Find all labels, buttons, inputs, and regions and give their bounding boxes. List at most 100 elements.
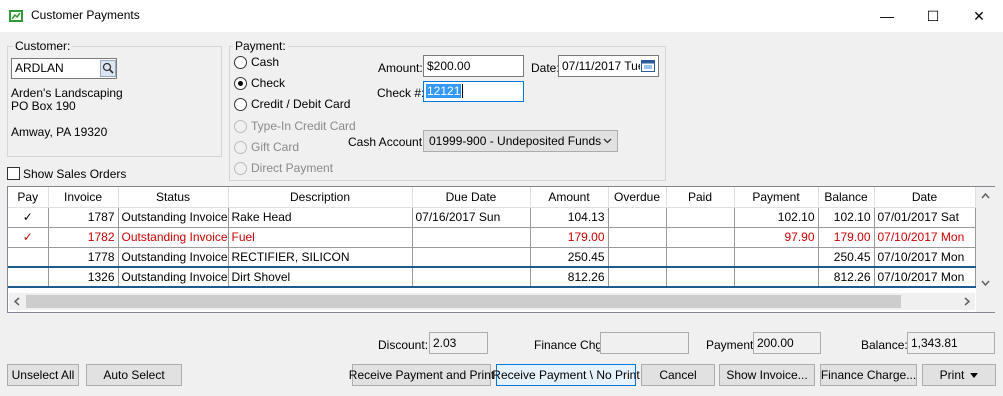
customer-address: PO Box 190	[11, 99, 76, 113]
customer-lookup-button[interactable]	[100, 60, 116, 77]
cash-account-select[interactable]: 01999-900 - Undeposited Funds	[423, 130, 618, 152]
radio-gift-card-circle	[234, 140, 247, 154]
customer-name: Arden's Landscaping	[11, 86, 123, 100]
col-header-overdue[interactable]: Overdue	[608, 187, 667, 208]
cell-payment[interactable]: 97.90	[734, 227, 819, 248]
cell-invoice: 1326	[48, 266, 119, 288]
cell-status: Outstanding Invoice	[118, 266, 229, 288]
unselect-all-button[interactable]: Unselect All	[7, 364, 79, 386]
discount-label: Discount:	[378, 338, 429, 352]
radio-type-in-card: Type-In Credit Card	[234, 119, 356, 133]
payment-group-label: Payment:	[233, 39, 288, 53]
radio-credit-debit[interactable]: Credit / Debit Card	[234, 97, 350, 111]
cell-payment[interactable]: 102.10	[734, 207, 819, 228]
cell-description: RECTIFIER, SILICON	[228, 247, 413, 268]
cell-invoice: 1778	[48, 247, 119, 268]
col-header-paid[interactable]: Paid	[666, 187, 735, 208]
show-invoice-button[interactable]: Show Invoice...	[719, 364, 815, 386]
table-row[interactable]: ✓ 1787 Outstanding Invoice Rake Head 07/…	[8, 207, 976, 228]
cell-payment[interactable]	[734, 247, 819, 268]
print-button-label: Print	[939, 368, 965, 382]
radio-cash-circle[interactable]	[234, 55, 247, 69]
app-icon	[9, 10, 23, 22]
cell-overdue	[608, 207, 667, 228]
cash-account-label: Cash Account:	[348, 135, 426, 149]
cell-balance: 102.10	[818, 207, 875, 228]
col-header-description[interactable]: Description	[228, 187, 413, 208]
title-bar: Customer Payments — ☐ ✕	[0, 0, 1003, 32]
auto-select-button[interactable]: Auto Select	[86, 364, 182, 386]
cell-date: 07/10/2017 Mon	[874, 266, 976, 288]
radio-cash-label: Cash	[251, 55, 280, 69]
chevron-down-icon	[603, 138, 612, 144]
amount-label: Amount:	[378, 61, 423, 75]
finance-charge-button[interactable]: Finance Charge...	[820, 364, 917, 386]
radio-cash[interactable]: Cash	[234, 55, 279, 69]
scroll-left-icon[interactable]	[13, 297, 21, 306]
horizontal-scrollbar[interactable]	[9, 293, 975, 310]
check-number-input[interactable]: 12121	[423, 81, 524, 102]
col-header-status[interactable]: Status	[118, 187, 229, 208]
finance-charge-label: Finance Chg:	[534, 338, 606, 352]
receive-payment-no-print-button[interactable]: Receive Payment \ No Print	[492, 364, 640, 386]
check-number-label: Check #:	[377, 86, 425, 100]
col-header-pay[interactable]: Pay	[8, 187, 49, 208]
radio-type-in-card-label: Type-In Credit Card	[251, 119, 356, 133]
cell-payment[interactable]	[734, 266, 819, 288]
window-title: Customer Payments	[31, 8, 140, 22]
cell-due-date	[412, 266, 531, 288]
pay-checkmark-icon[interactable]: ✓	[8, 207, 49, 228]
invoice-grid[interactable]: Pay Invoice Status Description Due Date …	[7, 186, 995, 313]
amount-input[interactable]: $200.00	[423, 55, 524, 77]
cell-amount: 812.26	[530, 266, 609, 288]
radio-credit-debit-circle[interactable]	[234, 97, 247, 111]
print-button[interactable]: Print	[922, 364, 996, 386]
col-header-invoice[interactable]: Invoice	[48, 187, 119, 208]
cell-due-date	[412, 227, 531, 248]
scroll-up-icon[interactable]	[981, 192, 990, 200]
customer-city: Amway, PA 19320	[11, 125, 108, 139]
vertical-scrollbar[interactable]	[976, 187, 995, 312]
maximize-icon: ☐	[926, 7, 940, 24]
pay-cell[interactable]	[8, 266, 49, 288]
radio-gift-card: Gift Card	[234, 140, 299, 154]
col-header-payment[interactable]: Payment	[734, 187, 819, 208]
radio-direct-payment-label: Direct Payment	[251, 161, 334, 175]
pay-cell[interactable]	[8, 247, 49, 268]
cancel-button[interactable]: Cancel	[641, 364, 715, 386]
col-header-balance[interactable]: Balance	[818, 187, 875, 208]
col-header-amount[interactable]: Amount	[530, 187, 609, 208]
table-row[interactable]: 1778 Outstanding Invoice RECTIFIER, SILI…	[8, 247, 976, 268]
cell-invoice: 1787	[48, 207, 119, 228]
radio-check[interactable]: Check	[234, 76, 285, 90]
cell-status: Outstanding Invoice	[118, 247, 229, 268]
maximize-button[interactable]: ☐	[910, 0, 956, 32]
cell-overdue	[608, 227, 667, 248]
text-cursor	[462, 84, 464, 98]
pay-checkmark-icon[interactable]: ✓	[8, 227, 49, 248]
cell-date: 07/10/2017 Mon	[874, 227, 976, 248]
payment-total-label: Payment:	[706, 338, 757, 352]
col-header-date[interactable]: Date	[874, 187, 976, 208]
show-sales-orders-checkbox[interactable]	[7, 167, 20, 180]
close-icon: ✕	[973, 7, 985, 24]
cell-invoice: 1782	[48, 227, 119, 248]
minimize-button[interactable]: —	[864, 0, 910, 32]
close-button[interactable]: ✕	[956, 0, 1002, 32]
dropdown-arrow-icon	[970, 372, 979, 378]
table-row-selected[interactable]: 1326 Outstanding Invoice Dirt Shovel 812…	[8, 266, 976, 288]
scroll-down-icon[interactable]	[981, 279, 990, 287]
table-row[interactable]: ✓ 1782 Outstanding Invoice Fuel 179.00 9…	[8, 227, 976, 248]
col-header-due-date[interactable]: Due Date	[412, 187, 531, 208]
balance-field: 1,343.81	[907, 332, 995, 354]
cell-overdue	[608, 247, 667, 268]
finance-charge-field	[600, 332, 689, 354]
date-picker-button[interactable]	[640, 58, 656, 74]
grid-header-row: Pay Invoice Status Description Due Date …	[8, 187, 976, 208]
radio-check-circle[interactable]	[234, 76, 247, 90]
check-number-value: 12121	[426, 84, 462, 98]
scroll-right-icon[interactable]	[963, 297, 971, 306]
receive-payment-print-button[interactable]: Receive Payment and Print	[349, 364, 494, 386]
cell-balance: 179.00	[818, 227, 875, 248]
scrollbar-thumb[interactable]	[26, 295, 901, 308]
